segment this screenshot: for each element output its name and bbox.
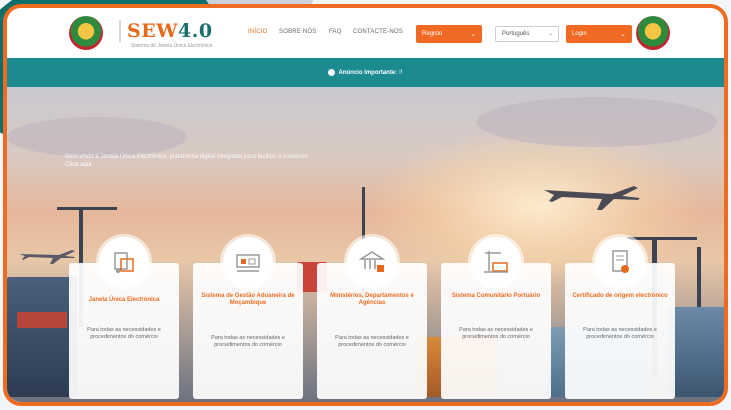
service-card-ministerios[interactable]: Ministérios, Departamentos e Agências Pa… — [317, 237, 427, 399]
language-select[interactable]: Português ⌄ — [495, 26, 559, 42]
card-description: Para todas as necessidades e procediment… — [459, 327, 533, 340]
login-dropdown-button[interactable]: Login ⌄ — [566, 25, 632, 43]
certificate-icon — [595, 237, 645, 287]
login-label: Login — [572, 31, 587, 37]
card-title: Sistema de Gestão Aduaneira de Moçambiqu… — [201, 293, 295, 306]
announcement-label: Anúncio Importante: — [338, 69, 398, 76]
registo-label: Registo — [422, 31, 443, 37]
brand-version: 4.0 — [178, 20, 213, 42]
trade-documents-icon — [99, 237, 149, 287]
service-card-gestao-aduaneira[interactable]: Sistema de Gestão Aduaneira de Moçambiqu… — [193, 237, 303, 399]
service-card-janela-unica[interactable]: Janela Única Electrónica Para todas as n… — [69, 237, 179, 399]
hero-banner: Bem-vindo à Janela Única Electrónica, pl… — [7, 87, 724, 402]
chevron-down-icon: ⌄ — [547, 31, 553, 37]
government-building-icon — [347, 237, 397, 287]
mozambique-emblem-icon — [69, 16, 103, 50]
port-crane-icon — [471, 237, 521, 287]
card-description: Para todas as necessidades e procediment… — [583, 327, 657, 340]
card-title: Janela Única Electrónica — [88, 297, 160, 303]
card-description: Para todas as necessidades e procediment… — [335, 335, 409, 348]
announcement-text: !! — [399, 69, 403, 76]
card-description: Para todas as necessidades e procediment… — [87, 327, 161, 340]
airplane-icon — [544, 186, 640, 210]
hero-intro-text: Bem-vindo à Janela Única Electrónica, pl… — [65, 154, 308, 160]
language-value: Português — [502, 31, 530, 37]
airplane-icon — [19, 250, 75, 264]
card-title: Sistema Comunitário Portuário — [451, 293, 541, 299]
browser-frame: SEW4.0 Sistema de Janela Única Electróni… — [3, 4, 728, 406]
site-header: SEW4.0 Sistema de Janela Única Electróni… — [7, 8, 724, 58]
brand-name: SEW — [127, 20, 179, 42]
info-icon — [328, 69, 336, 76]
announcement-bar[interactable]: Anúncio Importante: !! — [7, 58, 724, 87]
site-logo[interactable]: SEW4.0 Sistema de Janela Única Electróni… — [119, 20, 213, 49]
service-cards: Janela Única Electrónica Para todas as n… — [69, 237, 679, 402]
nav-item-sobre-nos[interactable]: SOBRE NÓS — [279, 29, 316, 35]
chevron-down-icon: ⌄ — [620, 31, 626, 38]
service-card-comunitario-portuario[interactable]: Sistema Comunitário Portuário Para todas… — [441, 237, 551, 399]
card-title: Ministérios, Departamentos e Agências — [330, 293, 414, 306]
service-card-certificado-origem[interactable]: Certificado de origem electrónico Para t… — [565, 237, 675, 399]
mozambique-flag-emblem-icon — [636, 16, 670, 50]
nav-item-faq[interactable]: FAQ — [329, 29, 342, 35]
customs-terminal-icon — [223, 237, 273, 287]
card-title: Certificado de origem electrónico — [572, 293, 668, 299]
hero-link[interactable]: Clica aqui — [65, 162, 91, 168]
nav-item-contacte-nos[interactable]: CONTACTE-NOS — [353, 29, 403, 35]
registo-dropdown-button[interactable]: Registo ⌄ — [416, 25, 482, 43]
brand-subtitle: Sistema de Janela Única Electrónica — [131, 43, 213, 49]
nav-item-inicio[interactable]: INÍCIO — [248, 29, 268, 35]
card-description: Para todas as necessidades e procediment… — [211, 335, 285, 348]
chevron-down-icon: ⌄ — [470, 31, 476, 38]
